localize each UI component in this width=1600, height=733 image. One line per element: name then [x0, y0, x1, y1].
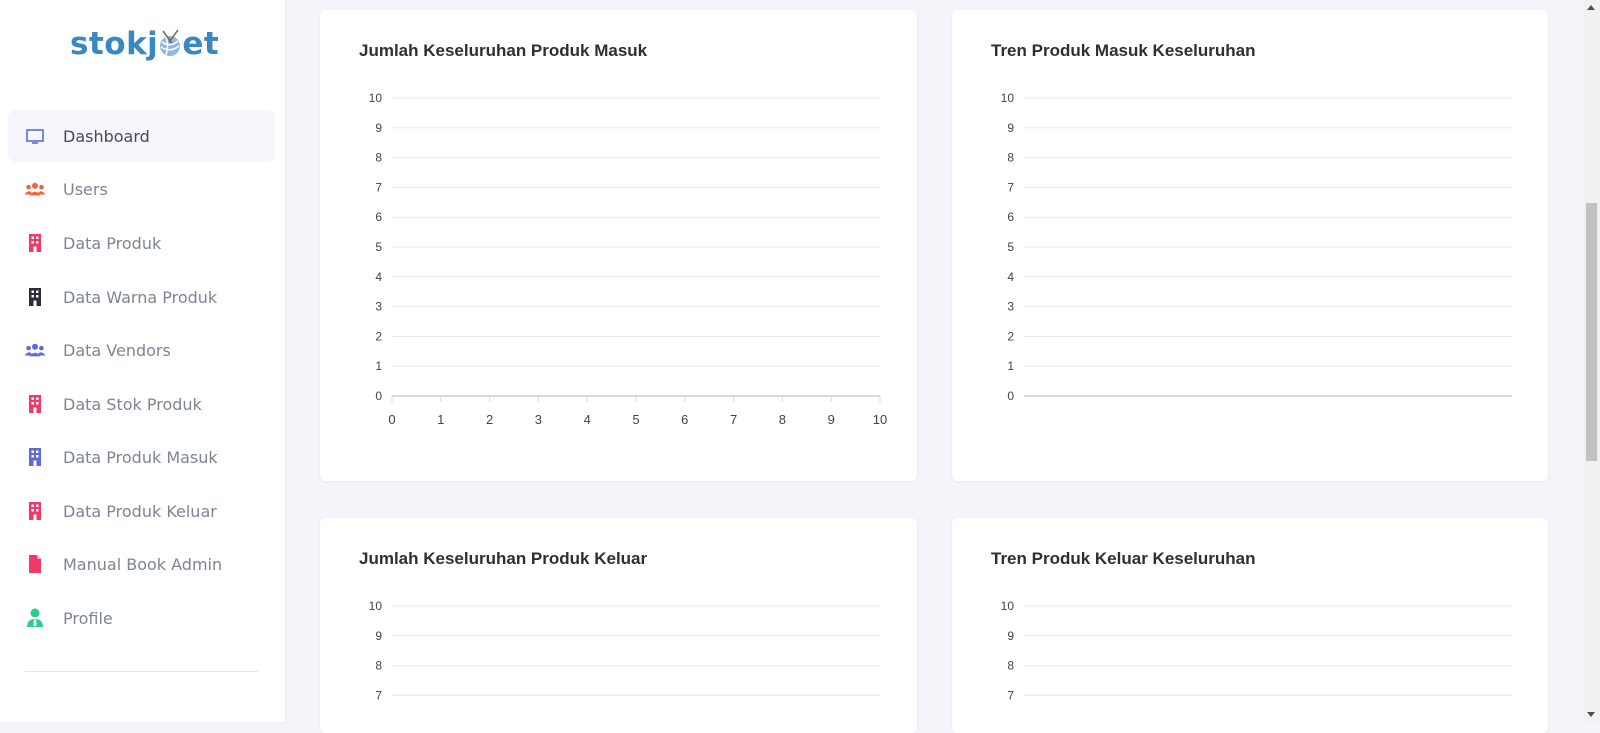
sidebar-item-data-produk[interactable]: Data Produk — [8, 217, 275, 269]
chart-card-produk-masuk-total: Jumlah Keseluruhan Produk Masuk 01234567… — [320, 10, 917, 481]
y-tick-label: 7 — [375, 688, 382, 702]
y-tick-label: 9 — [1007, 121, 1014, 135]
y-tick-label: 2 — [375, 329, 382, 343]
sidebar: stokj et Dashboard Users Data Produk Dat… — [0, 0, 285, 722]
y-tick-label: 1 — [375, 359, 382, 373]
y-tick-label: 10 — [369, 599, 383, 613]
y-tick-label: 6 — [1007, 210, 1014, 224]
sidebar-item-dashboard[interactable]: Dashboard — [8, 110, 275, 162]
building-icon — [24, 393, 46, 415]
file-icon — [24, 553, 46, 575]
y-tick-label: 7 — [375, 180, 382, 194]
y-tick-label: 10 — [1001, 599, 1015, 613]
sidebar-divider — [25, 671, 258, 672]
y-tick-label: 10 — [369, 91, 383, 105]
user-tie-icon — [24, 607, 46, 629]
users-icon — [24, 339, 46, 361]
y-tick-label: 8 — [375, 151, 382, 165]
vertical-scrollbar[interactable] — [1583, 0, 1600, 722]
scroll-down-arrow-icon[interactable] — [1587, 712, 1595, 717]
building-icon — [24, 286, 46, 308]
y-tick-label: 7 — [1007, 180, 1014, 194]
chart-card-produk-keluar-trend: Tren Produk Keluar Keseluruhan 7 8 9 10 — [952, 518, 1548, 733]
sidebar-item-data-produk-masuk[interactable]: Data Produk Masuk — [8, 431, 275, 483]
sidebar-item-manual-book-admin[interactable]: Manual Book Admin — [8, 538, 275, 590]
y-tick-label: 1 — [1007, 359, 1014, 373]
x-tick-label: 0 — [388, 412, 395, 427]
y-tick-label: 9 — [375, 629, 382, 643]
x-tick-label: 4 — [584, 412, 591, 427]
building-icon — [24, 446, 46, 468]
chart-produk-keluar-trend: 7 8 9 10 — [1001, 599, 1512, 702]
x-tick-label: 6 — [681, 412, 688, 427]
y-tick-label: 4 — [1007, 270, 1014, 284]
x-tick-label: 10 — [873, 412, 887, 427]
sidebar-item-data-vendors[interactable]: Data Vendors — [8, 324, 275, 376]
y-tick-label: 0 — [1007, 389, 1014, 403]
sidebar-item-label: Data Vendors — [63, 340, 171, 360]
y-tick-label: 9 — [375, 121, 382, 135]
chart-produk-masuk-trend: 0 1 2 3 4 5 6 7 8 9 10 — [1001, 91, 1512, 403]
y-tick-label: 7 — [1007, 688, 1014, 702]
chart-produk-keluar-total: 7 8 9 10 — [369, 599, 880, 702]
sidebar-item-label: Manual Book Admin — [63, 554, 223, 574]
brand-logo[interactable]: stokj et — [70, 22, 219, 66]
sidebar-item-label: Data Produk Keluar — [63, 501, 217, 521]
monitor-icon — [24, 125, 46, 147]
scrollbar-thumb[interactable] — [1586, 203, 1597, 461]
y-tick-label: 0 — [375, 389, 382, 403]
sidebar-item-users[interactable]: Users — [8, 163, 275, 215]
sidebar-item-label: Data Produk — [63, 233, 162, 253]
y-tick-label: 5 — [1007, 240, 1014, 254]
sidebar-item-data-stok-produk[interactable]: Data Stok Produk — [8, 378, 275, 430]
x-tick-label: 8 — [779, 412, 786, 427]
chart-card-produk-masuk-trend: Tren Produk Masuk Keseluruhan 0123456789… — [952, 10, 1548, 481]
y-tick-label: 4 — [375, 270, 382, 284]
x-tick-label: 1 — [437, 412, 444, 427]
scroll-up-arrow-icon[interactable] — [1587, 5, 1595, 10]
sidebar-item-label: Data Stok Produk — [63, 394, 202, 414]
sidebar-item-label: Profile — [63, 608, 113, 628]
brand-name-part1: stokj — [70, 26, 159, 62]
chart-produk-masuk-total: 0 1 2 3 4 5 6 7 8 9 10 0 1 2 3 4 5 6 7 8 9 10 — [369, 91, 888, 427]
building-icon — [24, 500, 46, 522]
x-tick-label: 3 — [535, 412, 542, 427]
sidebar-item-label: Users — [63, 179, 108, 199]
y-tick-label: 2 — [1007, 329, 1014, 343]
sidebar-item-data-warna-produk[interactable]: Data Warna Produk — [8, 271, 275, 323]
brand-name-part2: et — [182, 26, 220, 62]
sidebar-item-label: Data Produk Masuk — [63, 447, 218, 467]
y-tick-label: 3 — [1007, 300, 1014, 314]
sidebar-item-profile[interactable]: Profile — [8, 592, 275, 644]
x-tick-label: 5 — [632, 412, 639, 427]
sidebar-item-data-produk-keluar[interactable]: Data Produk Keluar — [8, 485, 275, 537]
y-tick-label: 8 — [1007, 151, 1014, 165]
y-tick-label: 9 — [1007, 629, 1014, 643]
chart-card-produk-keluar-total: Jumlah Keseluruhan Produk Keluar 7 8 9 10 — [320, 518, 917, 733]
sidebar-item-label: Data Warna Produk — [63, 287, 218, 307]
x-tick-label: 9 — [828, 412, 835, 427]
yarn-ball-icon — [160, 29, 181, 56]
building-icon — [24, 232, 46, 254]
users-icon — [24, 178, 46, 200]
y-tick-label: 5 — [375, 240, 382, 254]
x-tick-label: 2 — [486, 412, 493, 427]
y-tick-label: 3 — [375, 300, 382, 314]
y-tick-label: 6 — [375, 210, 382, 224]
y-tick-label: 8 — [1007, 659, 1014, 673]
y-tick-label: 8 — [375, 659, 382, 673]
y-tick-label: 10 — [1001, 91, 1015, 105]
sidebar-item-label: Dashboard — [63, 126, 150, 146]
x-tick-label: 7 — [730, 412, 737, 427]
